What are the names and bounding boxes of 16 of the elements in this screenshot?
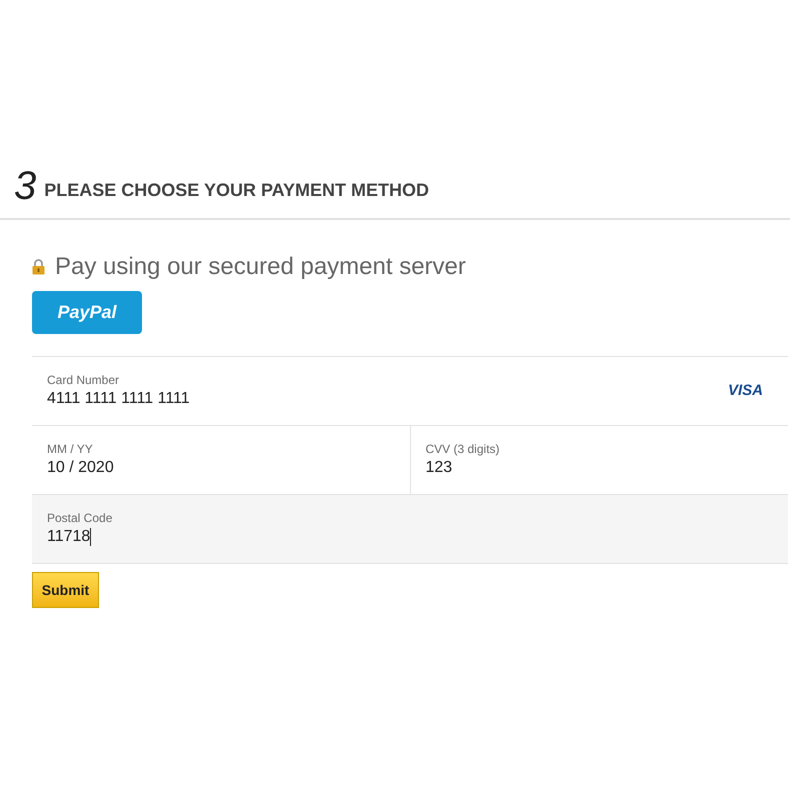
- field-label: CVV (3 digits): [426, 441, 501, 457]
- field-label: Postal Code: [47, 510, 114, 526]
- field-label: Card Number: [47, 372, 120, 388]
- lock-icon: [32, 259, 45, 275]
- card-brand-logo: VISA: [728, 380, 763, 401]
- field-label: MM / YY: [47, 441, 94, 457]
- secure-payment-text: Pay using our secured payment server: [55, 252, 466, 282]
- submit-button[interactable]: Submit: [32, 572, 99, 608]
- input-field[interactable]: Postal Code 11718: [32, 495, 788, 563]
- field-value: 4111 1111 1111 1111: [47, 389, 190, 409]
- field-value: 11718: [47, 527, 90, 547]
- text-cursor: [90, 528, 92, 546]
- step-number: 3: [14, 166, 36, 206]
- section-title: PLEASE CHOOSE YOUR PAYMENT METHOD: [44, 179, 429, 202]
- field-value: 123: [426, 458, 452, 478]
- field-value: 10 / 2020: [47, 458, 114, 478]
